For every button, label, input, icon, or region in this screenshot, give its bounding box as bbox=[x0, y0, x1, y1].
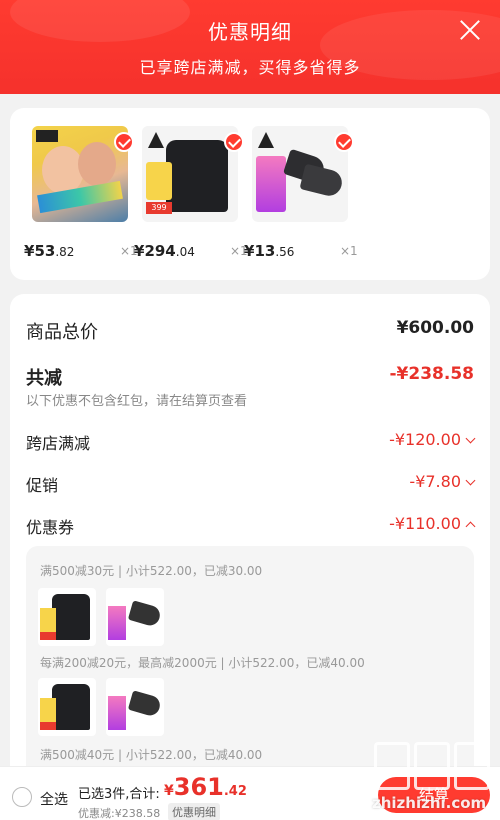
coupon-product-thumb bbox=[106, 678, 164, 736]
page-subtitle: 已享跨店满减，买得多省得多 bbox=[139, 58, 361, 77]
chevron-up-icon bbox=[465, 521, 476, 532]
product-price: ¥53.82 bbox=[24, 242, 75, 260]
discount-summary: 商品总价 ¥600.00 共减 -¥238.58 以下优惠不包含红包，请在结算页… bbox=[10, 294, 490, 820]
discount-value: -¥120.00 bbox=[389, 430, 476, 449]
bottom-bar: 全选 已选3件,合计: ¥361.42 优惠减:¥238.58 优惠明细 结算 bbox=[0, 766, 500, 820]
coupon-product-thumb bbox=[38, 678, 96, 736]
chevron-down-icon bbox=[465, 475, 476, 486]
discount-label: 跨店满减 bbox=[26, 434, 91, 453]
selected-info: 已选3件,合计: bbox=[78, 787, 160, 802]
product-item[interactable]: ¥13.56 ×1 bbox=[244, 126, 358, 260]
discount-value: -¥7.80 bbox=[409, 472, 476, 491]
coupon-line: 每满200减20元，最高减2000元 | 小计522.00，已减40.00 bbox=[40, 656, 365, 670]
coupon-product-thumb bbox=[106, 588, 164, 646]
header: 优惠明细 已享跨店满减，买得多省得多 bbox=[0, 0, 500, 94]
discount-label: 促销 bbox=[26, 476, 59, 495]
reduce-value: -¥238.58 bbox=[389, 364, 475, 384]
reduce-label: 共减 bbox=[26, 368, 62, 389]
coupon-line: 满500减30元 | 小计522.00，已减30.00 bbox=[40, 564, 263, 578]
product-item[interactable]: ¥53.82 ×1 bbox=[24, 126, 138, 260]
product-price: ¥13.56 bbox=[244, 242, 295, 260]
product-item[interactable]: 399 ¥294.04 ×1 bbox=[134, 126, 248, 260]
checkmark-icon[interactable] bbox=[334, 132, 354, 152]
discount-detail-tag[interactable]: 优惠明细 bbox=[168, 803, 220, 820]
total-amount: ¥361.42 bbox=[164, 773, 247, 801]
checkout-button[interactable]: 结算 bbox=[378, 777, 490, 813]
product-qty: ×1 bbox=[340, 244, 358, 258]
discount-value: -¥110.00 bbox=[389, 514, 476, 533]
select-all-label[interactable]: 全选 bbox=[40, 789, 68, 809]
page-title: 优惠明细 bbox=[208, 20, 292, 44]
discount-label: 优惠券 bbox=[26, 518, 75, 537]
product-list: ¥53.82 ×1 399 ¥294.04 ×1 ¥13.56 ×1 bbox=[10, 108, 490, 280]
discount-note: 以下优惠不包含红包，请在结算页查看 bbox=[26, 394, 248, 409]
total-value: ¥600.00 bbox=[396, 318, 474, 338]
chevron-down-icon bbox=[465, 433, 476, 444]
close-icon[interactable] bbox=[458, 18, 482, 42]
coupon-line: 满500减40元 | 小计522.00，已减40.00 bbox=[40, 748, 263, 762]
product-price: ¥294.04 bbox=[134, 242, 195, 260]
reduced-amount: 优惠减:¥238.58 bbox=[78, 807, 161, 820]
total-label: 商品总价 bbox=[26, 322, 98, 343]
checkmark-icon[interactable] bbox=[114, 132, 134, 152]
coupon-product-thumb bbox=[38, 588, 96, 646]
checkmark-icon[interactable] bbox=[224, 132, 244, 152]
select-all-radio[interactable] bbox=[12, 787, 32, 807]
